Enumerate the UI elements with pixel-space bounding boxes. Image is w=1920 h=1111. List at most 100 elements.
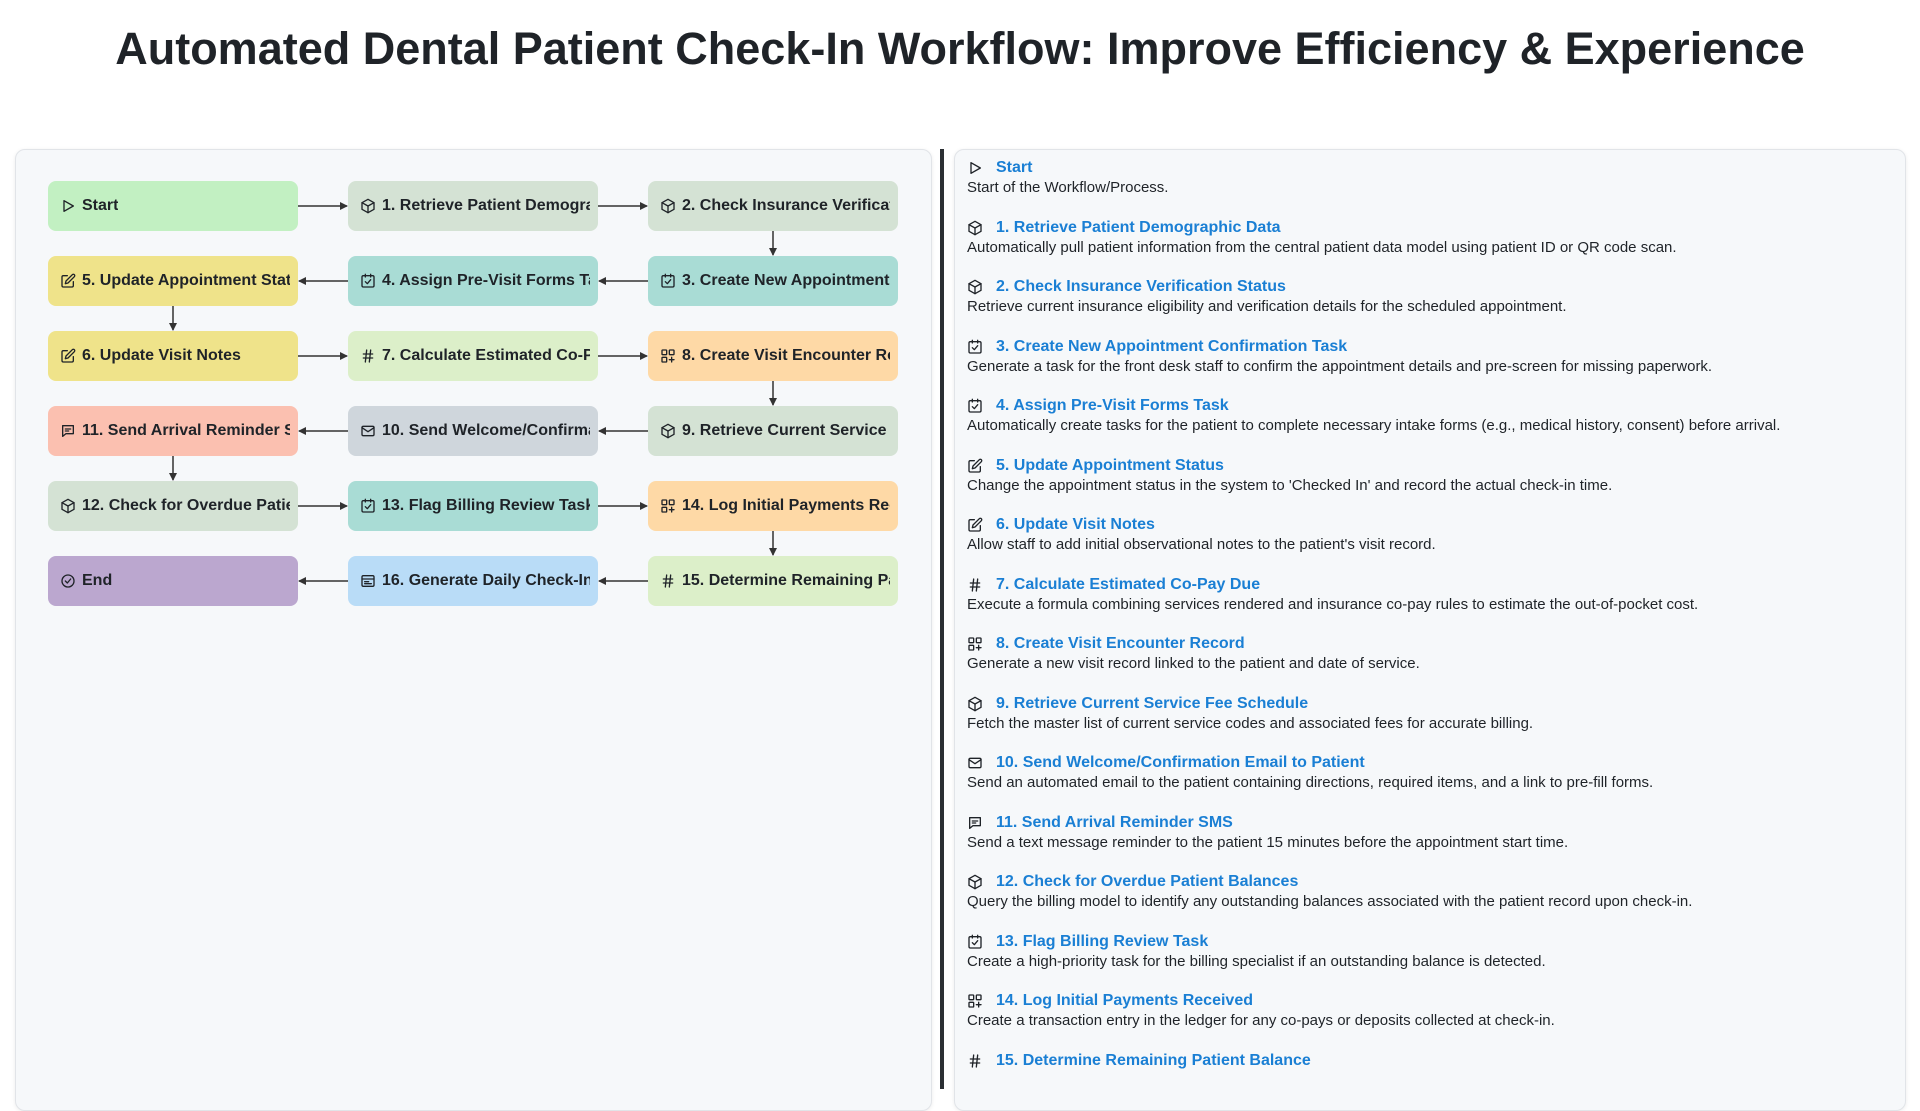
flow-node-label: 12. Check for Overdue Patient Balances bbox=[82, 497, 290, 514]
grid-plus-icon bbox=[967, 993, 983, 1009]
flow-node-s5[interactable]: 5. Update Appointment Status bbox=[48, 256, 298, 306]
flow-node-s4[interactable]: 4. Assign Pre-Visit Forms Task bbox=[348, 256, 598, 306]
message-icon bbox=[967, 815, 983, 831]
step-title-text: 5. Update Appointment Status bbox=[996, 456, 1224, 474]
flow-node-s2[interactable]: 2. Check Insurance Verification Status bbox=[648, 181, 898, 231]
step-item: 9. Retrieve Current Service Fee Schedule… bbox=[967, 694, 1887, 754]
step-title-text: 2. Check Insurance Verification Status bbox=[996, 278, 1286, 295]
cube-icon bbox=[660, 423, 676, 439]
step-title-text: 10. Send Welcome/Confirmation Email to P… bbox=[996, 754, 1365, 771]
mail-icon bbox=[967, 755, 983, 771]
step-title-link[interactable]: 7. Calculate Estimated Co-Pay Due bbox=[967, 575, 1887, 595]
flow-node-s11[interactable]: 11. Send Arrival Reminder SMS bbox=[48, 406, 298, 456]
step-item: 3. Create New Appointment Confirmation T… bbox=[967, 337, 1887, 397]
grid-plus-icon bbox=[660, 348, 676, 364]
step-title-text: 7. Calculate Estimated Co-Pay Due bbox=[996, 575, 1261, 593]
flow-node-label: 6. Update Visit Notes bbox=[82, 347, 241, 364]
step-title-link[interactable]: 6. Update Visit Notes bbox=[967, 515, 1887, 535]
flow-node-s8[interactable]: 8. Create Visit Encounter Record bbox=[648, 331, 898, 381]
flow-node-s7[interactable]: 7. Calculate Estimated Co-Pay Due bbox=[348, 331, 598, 381]
cube-icon bbox=[967, 874, 983, 890]
flow-node-label: 4. Assign Pre-Visit Forms Task bbox=[382, 272, 590, 289]
step-title-link[interactable]: 10. Send Welcome/Confirmation Email to P… bbox=[967, 753, 1887, 773]
message-icon bbox=[60, 423, 76, 439]
step-title-link[interactable]: 8. Create Visit Encounter Record bbox=[967, 634, 1887, 654]
step-title-text: 3. Create New Appointment Confirmation T… bbox=[996, 337, 1348, 355]
flow-node-s10[interactable]: 10. Send Welcome/Confirmation Email to P… bbox=[348, 406, 598, 456]
flow-node-label: 10. Send Welcome/Confirmation Email to P… bbox=[382, 422, 590, 439]
flow-node-label: 11. Send Arrival Reminder SMS bbox=[82, 422, 290, 439]
flow-node-s1[interactable]: 1. Retrieve Patient Demographic Data bbox=[348, 181, 598, 231]
checkbox-icon bbox=[360, 498, 376, 514]
flow-node-label: Start bbox=[82, 197, 119, 214]
flow-node-start[interactable]: Start bbox=[48, 181, 298, 231]
step-item: 1. Retrieve Patient Demographic Data Auto… bbox=[967, 218, 1887, 278]
step-title-link[interactable]: 11. Send Arrival Reminder SMS bbox=[967, 813, 1887, 833]
page-title: Automated Dental Patient Check-In Workfl… bbox=[115, 23, 1805, 74]
flow-node-label: 8. Create Visit Encounter Record bbox=[682, 347, 890, 364]
step-item: 15. Determine Remaining Patient Balance bbox=[967, 1051, 1887, 1111]
flow-node-label: 14. Log Initial Payments Received bbox=[682, 497, 890, 514]
step-item: 5. Update Appointment Status Change the a… bbox=[967, 456, 1887, 516]
flow-node-label: 3. Create New Appointment Confirmation T… bbox=[682, 272, 890, 289]
step-title-text: 9. Retrieve Current Service Fee Schedule bbox=[996, 694, 1309, 712]
step-description: Generate a task for the front desk staff… bbox=[967, 357, 1713, 375]
step-description-panel: Start Start of the Workflow/Process. 1. Re… bbox=[954, 149, 1906, 1111]
flow-node-end[interactable]: End bbox=[48, 556, 298, 606]
step-item: 13. Flag Billing Review Task Create a hig… bbox=[967, 932, 1887, 992]
step-title-link[interactable]: 9. Retrieve Current Service Fee Schedule bbox=[967, 694, 1887, 714]
flow-node-s15[interactable]: 15. Determine Remaining Patient Balance bbox=[648, 556, 898, 606]
edit-icon bbox=[60, 348, 76, 364]
edit-icon bbox=[60, 273, 76, 289]
step-item: 2. Check Insurance Verification Status Re… bbox=[967, 277, 1887, 337]
step-title-link[interactable]: Start bbox=[967, 158, 1887, 178]
flow-node-s6[interactable]: 6. Update Visit Notes bbox=[48, 331, 298, 381]
grid-plus-icon bbox=[660, 498, 676, 514]
step-description: Automatically create tasks for the patie… bbox=[967, 417, 1781, 434]
edit-icon bbox=[967, 458, 983, 474]
step-title-link[interactable]: 14. Log Initial Payments Received bbox=[967, 991, 1887, 1011]
flow-node-s9[interactable]: 9. Retrieve Current Service Fee Schedule bbox=[648, 406, 898, 456]
step-description: Query the billing model to identify any … bbox=[967, 893, 1693, 910]
workflow-diagram-panel: Start 1. Retrieve Patient Demographic Dat… bbox=[15, 149, 932, 1111]
step-title-link[interactable]: 4. Assign Pre-Visit Forms Task bbox=[967, 396, 1887, 416]
step-description-list: Start Start of the Workflow/Process. 1. Re… bbox=[967, 158, 1887, 1110]
flow-node-s13[interactable]: 13. Flag Billing Review Task bbox=[348, 481, 598, 531]
step-description: Change the appointment status in the sys… bbox=[967, 476, 1613, 494]
play-icon bbox=[60, 198, 76, 214]
flow-node-label: 1. Retrieve Patient Demographic Data bbox=[382, 197, 590, 214]
flow-node-s16[interactable]: 16. Generate Daily Check-In Report bbox=[348, 556, 598, 606]
step-description: Automatically pull patient information f… bbox=[967, 238, 1677, 256]
checkbox-icon bbox=[967, 339, 983, 355]
flow-node-s12[interactable]: 12. Check for Overdue Patient Balances bbox=[48, 481, 298, 531]
step-title-text: Start bbox=[996, 159, 1033, 176]
step-title-text: 14. Log Initial Payments Received bbox=[996, 992, 1253, 1009]
flow-node-s3[interactable]: 3. Create New Appointment Confirmation T… bbox=[648, 256, 898, 306]
step-item: 6. Update Visit Notes Allow staff to add … bbox=[967, 515, 1887, 575]
step-item: 12. Check for Overdue Patient Balances Qu… bbox=[967, 872, 1887, 932]
step-title-link[interactable]: 15. Determine Remaining Patient Balance bbox=[967, 1051, 1887, 1071]
step-title-link[interactable]: 2. Check Insurance Verification Status bbox=[967, 277, 1887, 297]
step-title-text: 12. Check for Overdue Patient Balances bbox=[996, 873, 1299, 890]
flow-node-label: 15. Determine Remaining Patient Balance bbox=[682, 572, 890, 589]
step-title-text: 8. Create Visit Encounter Record bbox=[996, 635, 1245, 652]
flow-node-label: 2. Check Insurance Verification Status bbox=[682, 197, 890, 214]
step-title-link[interactable]: 5. Update Appointment Status bbox=[967, 456, 1887, 476]
step-item: 4. Assign Pre-Visit Forms Task Automatica… bbox=[967, 396, 1887, 456]
flow-node-s14[interactable]: 14. Log Initial Payments Received bbox=[648, 481, 898, 531]
step-item: 7. Calculate Estimated Co-Pay Due Execute… bbox=[967, 575, 1887, 635]
flow-node-label: 5. Update Appointment Status bbox=[82, 272, 290, 289]
step-item: 10. Send Welcome/Confirmation Email to P… bbox=[967, 753, 1887, 813]
step-title-text: 4. Assign Pre-Visit Forms Task bbox=[996, 397, 1229, 414]
check-circle-icon bbox=[60, 573, 76, 589]
edit-icon bbox=[967, 517, 983, 533]
step-description: Execute a formula combining services ren… bbox=[967, 595, 1699, 613]
step-title-link[interactable]: 12. Check for Overdue Patient Balances bbox=[967, 872, 1887, 892]
step-title-link[interactable]: 3. Create New Appointment Confirmation T… bbox=[967, 337, 1887, 357]
checkbox-icon bbox=[967, 934, 983, 950]
hash-icon bbox=[660, 573, 676, 589]
cube-icon bbox=[967, 220, 983, 236]
workflow-flowchart: Start 1. Retrieve Patient Demographic Dat… bbox=[16, 150, 931, 850]
step-title-link[interactable]: 1. Retrieve Patient Demographic Data bbox=[967, 218, 1887, 238]
step-title-link[interactable]: 13. Flag Billing Review Task bbox=[967, 932, 1887, 952]
